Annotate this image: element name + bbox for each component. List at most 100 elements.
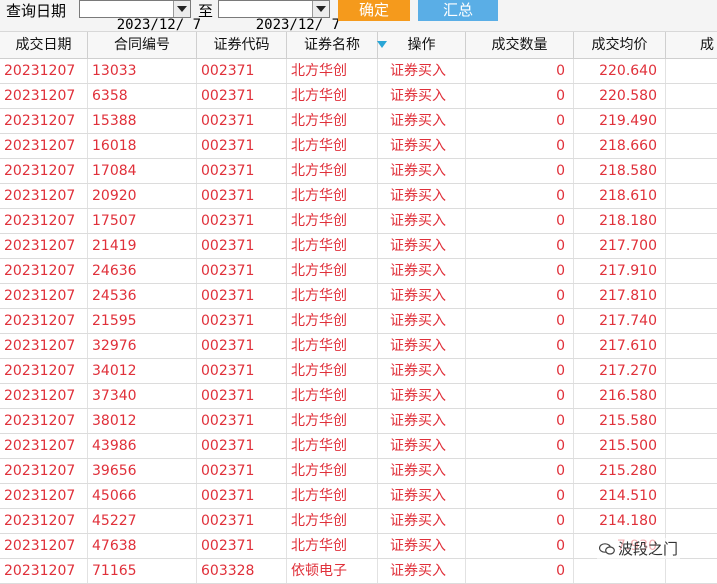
table-row[interactable]: 20231207 39656 002371 北方华创 证券买入 0 215.280 [0,459,717,484]
amount-cell [666,459,717,483]
security-code-cell: 002371 [197,334,287,358]
date-cell: 20231207 [0,309,88,333]
operation-cell: 证券买入 [378,484,466,508]
chevron-down-icon[interactable] [312,1,329,17]
table-row[interactable]: 20231207 15388 002371 北方华创 证券买入 0 219.490 [0,109,717,134]
table-row[interactable]: 20231207 37340 002371 北方华创 证券买入 0 216.580 [0,384,717,409]
contract-number-cell: 45227 [88,509,197,533]
column-header-avg-price[interactable]: 成交均价 [574,32,666,59]
security-name-cell: 北方华创 [287,259,378,283]
redaction-mask [542,559,556,583]
amount-cell [666,134,717,158]
security-name-cell: 北方华创 [287,134,378,158]
operation-cell: 证券买入 [378,234,466,258]
redaction-mask [542,59,556,83]
amount-cell [666,334,717,358]
contract-number-cell: 17507 [88,209,197,233]
operation-cell: 证券买入 [378,59,466,83]
quantity-cell: 0 [466,409,574,433]
quantity-cell: 00 [466,509,574,533]
table-row[interactable]: 20231207 71165 603328 依顿电子 证券买入 00 [0,559,717,584]
date-cell: 20231207 [0,384,88,408]
security-code-cell: 002371 [197,234,287,258]
security-code-cell: 002371 [197,84,287,108]
contract-number-cell: 47638 [88,534,197,558]
watermark: 波段之门 [597,538,681,559]
column-header-date[interactable]: 成交日期 [0,32,88,59]
column-header-operation[interactable]: 操作 [378,32,466,59]
security-name-cell: 北方华创 [287,334,378,358]
operation-cell: 证券买入 [378,459,466,483]
redaction-mask [542,334,556,358]
table-row[interactable]: 20231207 17084 002371 北方华创 证券买入 0 218.580 [0,159,717,184]
redaction-mask [542,284,556,308]
column-header-contract[interactable]: 合同编号 [88,32,197,59]
security-code-cell: 002371 [197,134,287,158]
table-row[interactable]: 20231207 16018 002371 北方华创 证券买入 0 218.660 [0,134,717,159]
quantity-cell: 0 [466,159,574,183]
table-row[interactable]: 20231207 43986 002371 北方华创 证券买入 0 215.500 [0,434,717,459]
column-header-quantity[interactable]: 成交数量 [466,32,574,59]
table-row[interactable]: 20231207 13033 002371 北方华创 证券买入 00 220.640 [0,59,717,84]
table-row[interactable]: 20231207 21419 002371 北方华创 证券买入 0 217.700 [0,234,717,259]
table-row[interactable]: 20231207 45066 002371 北方华创 证券买入 0 214.510 [0,484,717,509]
avg-price-cell: 214.180 [574,509,666,533]
contract-number-cell: 43986 [88,434,197,458]
summary-button[interactable]: 汇总 [418,0,498,21]
security-name-cell: 北方华创 [287,184,378,208]
security-code-cell: 002371 [197,59,287,83]
quantity-cell: 00 [466,59,574,83]
date-cell: 20231207 [0,284,88,308]
security-code-cell: 002371 [197,159,287,183]
table-row[interactable]: 20231207 32976 002371 北方华创 证券买入 0 217.610 [0,334,717,359]
redaction-mask [542,84,556,108]
table-row[interactable]: 20231207 20920 002371 北方华创 证券买入 0 218.610 [0,184,717,209]
confirm-button[interactable]: 确定 [338,0,410,21]
quantity-cell: 0 [466,259,574,283]
date-cell: 20231207 [0,84,88,108]
contract-number-cell: 71165 [88,559,197,583]
avg-price-cell: 220.580 [574,84,666,108]
redaction-mask [542,409,556,433]
column-header-code[interactable]: 证券代码 [197,32,287,59]
table-row[interactable]: 20231207 6358 002371 北方华创 证券买入 0 220.580 [0,84,717,109]
security-name-cell: 北方华创 [287,84,378,108]
table-row[interactable]: 20231207 24536 002371 北方华创 证券买入 0 217.810 [0,284,717,309]
avg-price-cell: 215.580 [574,409,666,433]
table-row[interactable]: 20231207 21595 002371 北方华创 证券买入 0 217.740 [0,309,717,334]
avg-price-cell: 215.280 [574,459,666,483]
toolbar: 查询日期 2023/12/ 7 至 2023/12/ 7 确定 汇总 [0,0,717,33]
date-to-picker[interactable]: 2023/12/ 7 [218,0,340,33]
security-name-cell: 北方华创 [287,384,378,408]
security-name-cell: 北方华创 [287,534,378,558]
quantity-cell: 0 [466,309,574,333]
date-cell: 20231207 [0,509,88,533]
avg-price-cell: 217.740 [574,309,666,333]
avg-price-cell: 220.640 [574,59,666,83]
contract-number-cell: 21595 [88,309,197,333]
security-code-cell: 002371 [197,109,287,133]
column-header-amount[interactable]: 成 [666,32,717,59]
column-header-name[interactable]: 证券名称 [287,32,378,59]
amount-cell [666,159,717,183]
security-name-cell: 北方华创 [287,359,378,383]
security-name-cell: 北方华创 [287,434,378,458]
redaction-mask [542,234,556,258]
security-code-cell: 002371 [197,384,287,408]
security-code-cell: 002371 [197,534,287,558]
contract-number-cell: 34012 [88,359,197,383]
date-from-picker[interactable]: 2023/12/ 7 [79,0,201,33]
chevron-down-icon[interactable] [173,1,190,17]
table-row[interactable]: 20231207 38012 002371 北方华创 证券买入 0 215.580 [0,409,717,434]
table-row[interactable]: 20231207 17507 002371 北方华创 证券买入 0 218.180 [0,209,717,234]
date-cell: 20231207 [0,259,88,283]
table-row[interactable]: 20231207 24636 002371 北方华创 证券买入 0 217.910 [0,259,717,284]
date-cell: 20231207 [0,434,88,458]
operation-cell: 证券买入 [378,284,466,308]
table-row[interactable]: 20231207 45227 002371 北方华创 证券买入 00 214.180 [0,509,717,534]
date-cell: 20231207 [0,409,88,433]
redaction-mask [542,184,556,208]
redaction-mask [542,434,556,458]
operation-cell: 证券买入 [378,559,466,583]
table-row[interactable]: 20231207 34012 002371 北方华创 证券买入 0 217.270 [0,359,717,384]
